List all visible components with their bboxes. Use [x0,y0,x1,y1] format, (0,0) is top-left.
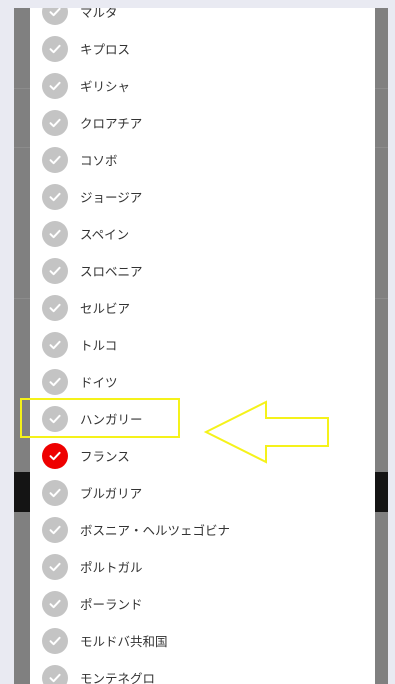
country-option-label: マルタ [80,8,118,20]
country-option[interactable]: スペイン [30,215,375,252]
country-option-label: ジョージア [80,190,143,205]
country-option[interactable]: ジョージア [30,178,375,215]
country-option[interactable]: セルビア [30,289,375,326]
check-icon[interactable] [42,331,68,358]
check-icon[interactable] [42,72,68,99]
check-icon[interactable] [42,664,68,684]
check-icon[interactable] [42,220,68,247]
country-option[interactable]: スロベニア [30,252,375,289]
check-icon[interactable] [42,257,68,284]
country-option-label: ブルガリア [80,486,143,501]
country-option-label: ギリシャ [80,79,131,94]
check-icon[interactable] [42,146,68,173]
country-option[interactable]: ギリシャ [30,67,375,104]
country-option-label: モルドバ共和国 [80,634,168,649]
country-option[interactable]: コソボ [30,141,375,178]
country-option-label: クロアチア [80,116,143,131]
check-icon[interactable] [42,590,68,617]
left-arrow-icon [203,400,329,464]
country-option-label: モンテネグロ [80,671,156,684]
country-option-label: セルビア [80,301,131,316]
country-option[interactable]: ボスニア・ヘルツェゴビナ [30,511,375,548]
country-option-label: ポルトガル [80,560,143,575]
country-option[interactable]: トルコ [30,326,375,363]
check-icon[interactable] [42,516,68,543]
screen: マルタ キプロス ギリシャ クロアチア コソボ ジョージア スペイン スロベニア… [0,0,395,684]
country-option-label: ポーランド [80,597,143,612]
country-option-label: コソボ [80,153,118,168]
check-icon[interactable] [42,479,68,506]
country-option[interactable]: キプロス [30,30,375,67]
country-option-label: ドイツ [80,375,118,390]
country-option[interactable]: ポルトガル [30,548,375,585]
check-icon[interactable] [42,8,68,25]
annotation-highlight-box [20,398,180,438]
country-list: マルタ キプロス ギリシャ クロアチア コソボ ジョージア スペイン スロベニア… [30,8,375,684]
country-option[interactable]: モルドバ共和国 [30,622,375,659]
country-option-label: キプロス [80,42,131,57]
check-icon[interactable] [42,109,68,136]
country-option[interactable]: モンテネグロ [30,659,375,684]
country-select-list-panel: マルタ キプロス ギリシャ クロアチア コソボ ジョージア スペイン スロベニア… [30,8,375,684]
country-option-label: スペイン [80,227,130,242]
country-option-label: フランス [80,449,130,464]
check-icon[interactable] [42,368,68,395]
country-option-label: スロベニア [80,264,143,279]
check-icon[interactable] [42,183,68,210]
country-option[interactable]: クロアチア [30,104,375,141]
country-option[interactable]: マルタ [30,8,375,30]
country-option-label: ボスニア・ヘルツェゴビナ [80,523,231,538]
country-option[interactable]: ブルガリア [30,474,375,511]
check-icon[interactable] [42,627,68,654]
country-option[interactable]: ドイツ [30,363,375,400]
country-option-label: トルコ [80,338,118,353]
check-icon[interactable] [42,35,68,62]
check-icon[interactable] [42,442,68,469]
check-icon[interactable] [42,553,68,580]
check-icon[interactable] [42,294,68,321]
country-option[interactable]: ポーランド [30,585,375,622]
